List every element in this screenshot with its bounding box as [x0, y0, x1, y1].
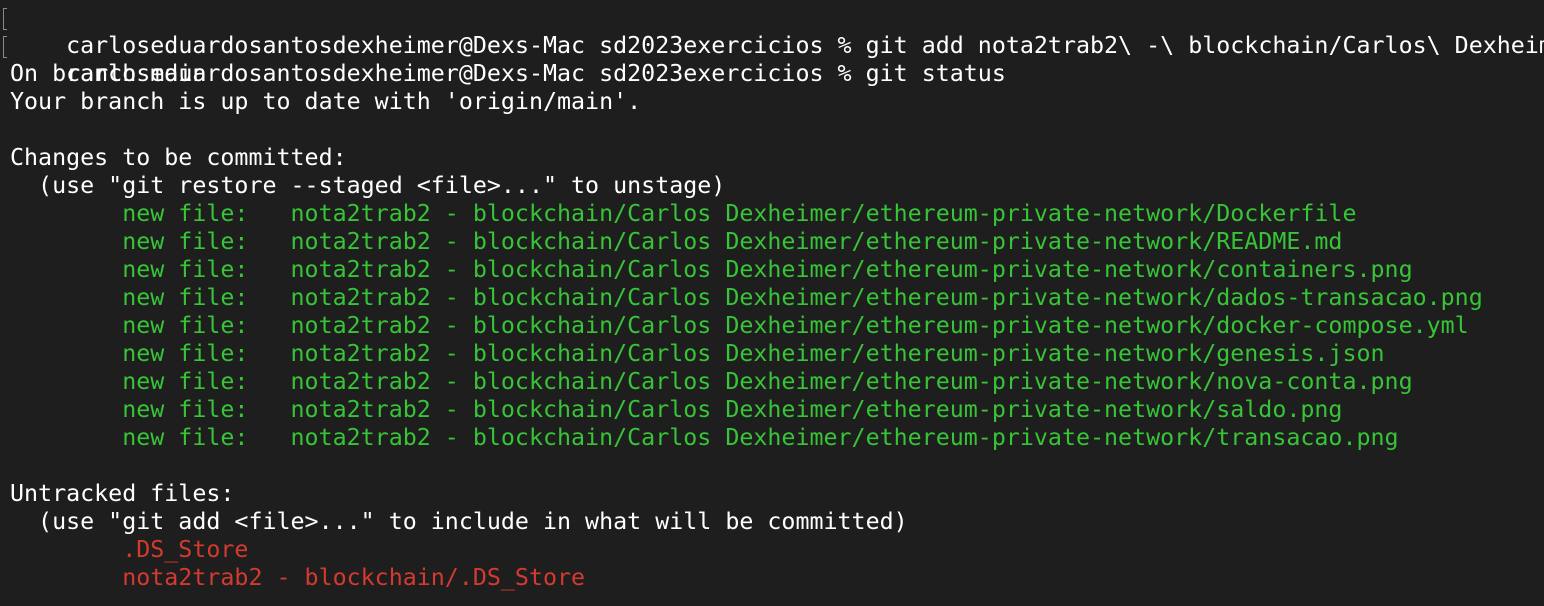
staged-file-line: new file: nota2trab2 - blockchain/Carlos… [10, 396, 1343, 423]
untracked-file-line: nota2trab2 - blockchain/.DS_Store [10, 564, 586, 591]
previous-line-fragment [0, 0, 1544, 2]
branch-line: On branch main [10, 60, 207, 87]
staged-file-line: new file: nota2trab2 - blockchain/Carlos… [10, 312, 1469, 339]
staged-file-line: new file: nota2trab2 - blockchain/Carlos… [10, 424, 1399, 451]
uptodate-line: Your branch is up to date with 'origin/m… [10, 88, 642, 115]
prompt-mark-icon [3, 8, 7, 30]
staged-hint: (use "git restore --staged <file>..." to… [10, 172, 726, 199]
staged-file-line: new file: nota2trab2 - blockchain/Carlos… [10, 284, 1483, 311]
command-text: git status [865, 60, 1006, 87]
terminal-window[interactable]: carloseduardosantosdexheimer@Dexs-Mac sd… [0, 0, 1544, 606]
staged-file-line: new file: nota2trab2 - blockchain/Carlos… [10, 256, 1413, 283]
staged-file-line: new file: nota2trab2 - blockchain/Carlos… [10, 200, 1357, 227]
staged-header: Changes to be committed: [10, 144, 347, 171]
untracked-hint: (use "git add <file>..." to include in w… [10, 508, 908, 535]
untracked-file-line: .DS_Store [10, 536, 249, 563]
untracked-header: Untracked files: [10, 480, 235, 507]
command-line-git-add: carloseduardosantosdexheimer@Dexs-Mac sd… [10, 4, 1544, 59]
staged-file-line: new file: nota2trab2 - blockchain/Carlos… [10, 228, 1343, 255]
command-line-git-status: carloseduardosantosdexheimer@Dexs-Mac sd… [10, 32, 1006, 87]
staged-file-line: new file: nota2trab2 - blockchain/Carlos… [10, 340, 1385, 367]
prompt-mark-icon [3, 36, 7, 58]
staged-file-line: new file: nota2trab2 - blockchain/Carlos… [10, 368, 1413, 395]
